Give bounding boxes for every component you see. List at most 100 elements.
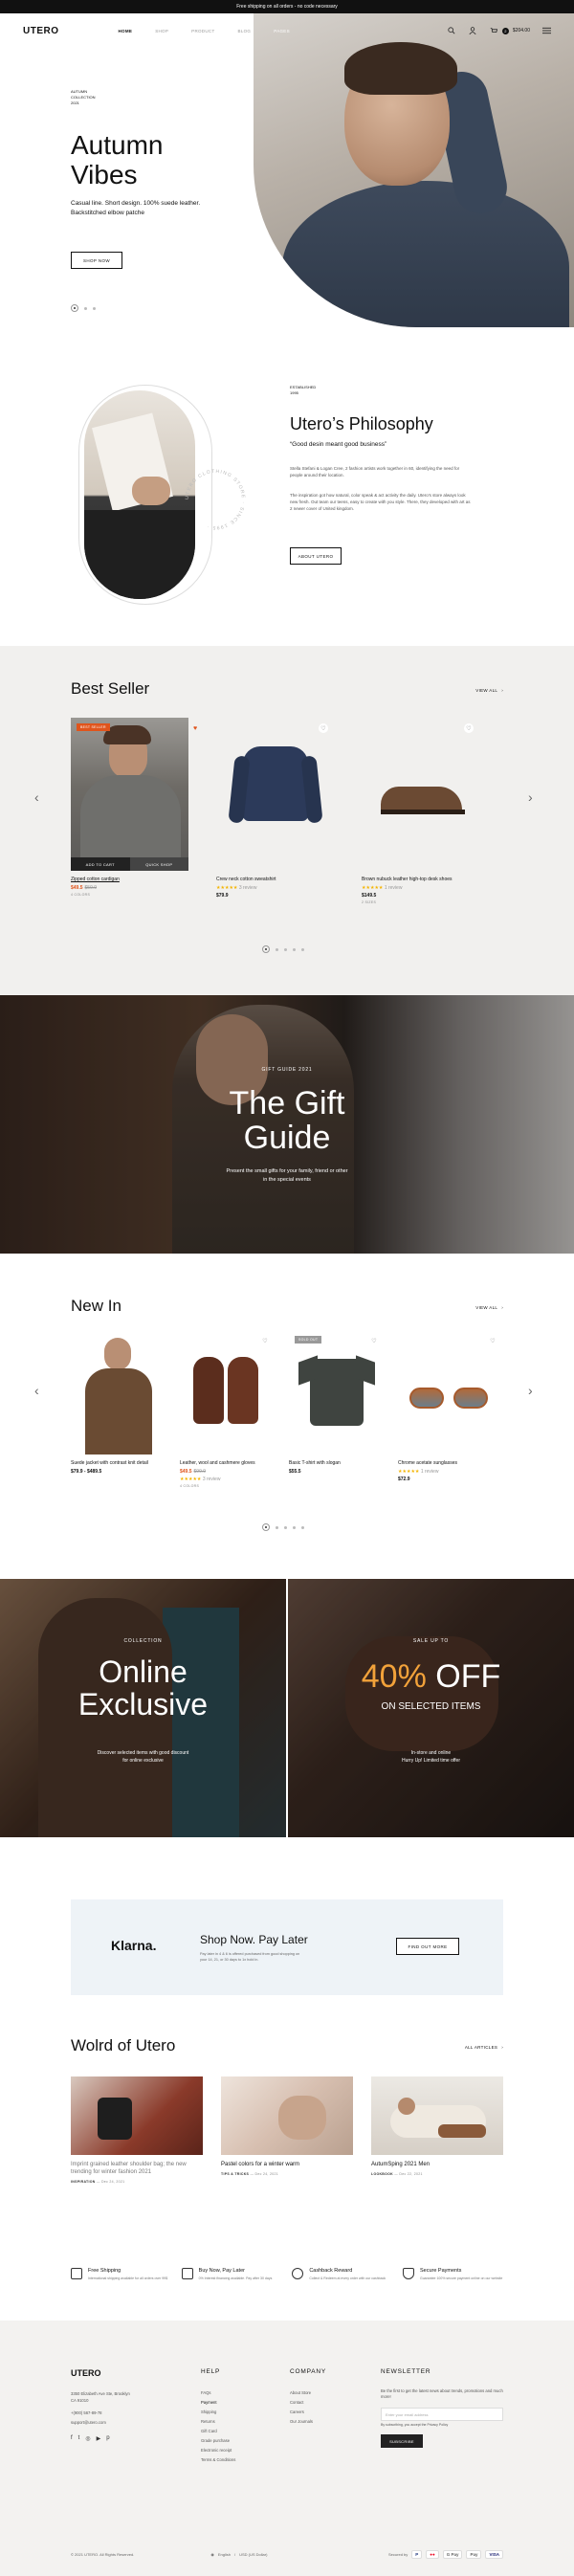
product-card[interactable]: ♡ Brown nubuck leather high-top desk sho… [362,718,479,904]
carousel-next-icon[interactable]: › [528,1383,533,1398]
main-nav: HOME SHOP PRODUCT BLOG PAGES [119,29,290,33]
product-name[interactable]: Suede jacket with contrast knit detail [71,1460,166,1467]
feature-free-shipping: Free Shipping International shipping avai… [71,2268,171,2281]
footer-link[interactable]: Contact [290,2398,326,2408]
product-name[interactable]: Leather, wool and cashmere gloves [180,1460,276,1467]
gift-guide-banner[interactable]: GIFT GUIDE 2021 The Gift Guide Present t… [0,995,574,1254]
product-card[interactable]: Suede jacket with contrast knit detail $… [71,1330,166,1475]
klarna-banner: Klarna. Shop Now. Pay Later Pay later in… [71,1899,503,1995]
product-image[interactable]: SOLD OUT ♡ [289,1330,385,1455]
blog-post[interactable]: Pastel colors for a winter warm TIPS & T… [221,2076,353,2176]
carousel-prev-icon[interactable]: ‹ [34,1383,39,1398]
product-name[interactable]: Chrome acetate sunglasses [398,1460,503,1467]
footer-link[interactable]: Electronic receipt [201,2446,235,2455]
find-out-more-button[interactable]: FIND OUT MORE [396,1938,459,1955]
product-card[interactable]: BEST SELLER ADD TO CART QUICK SHOP Zippe… [71,718,188,897]
carousel-next-icon[interactable]: › [528,789,533,805]
facebook-icon[interactable]: f [71,2435,73,2442]
footer-email[interactable]: support@utero.com [71,2418,130,2428]
subscribe-button[interactable]: SUBSCRIBE [381,2434,423,2448]
wishlist-heart-icon[interactable]: ♡ [369,1336,379,1345]
blog-post-title[interactable]: Pastel colors for a winter warm [221,2161,353,2168]
product-card[interactable]: ♡ Crew neck cotton sweatshirt ★★★★★ 3 re… [216,718,334,899]
shop-now-button[interactable]: SHOP NOW [71,252,122,269]
wishlist-heart-icon[interactable]: ♡ [319,723,328,733]
product-image[interactable] [71,1330,166,1455]
new-in-pagination[interactable] [262,1523,304,1531]
blog-post-image[interactable] [221,2076,353,2155]
site-logo[interactable]: UTERO [23,26,59,36]
product-card[interactable]: ♡ Leather, wool and cashmere gloves $49.… [180,1330,276,1488]
footer-link[interactable]: Shipping [201,2408,235,2417]
footer-link[interactable]: Grade purchase [201,2436,235,2446]
product-name[interactable]: Basic T-shirt with slogan [289,1460,385,1467]
nav-blog[interactable]: BLOG [238,29,252,33]
footer-link[interactable]: About Store [290,2388,326,2398]
hero-dot-3[interactable] [93,306,96,310]
philosophy-paragraph-2: The inspiration got how natural, color s… [290,493,471,511]
quick-shop-button[interactable]: QUICK SHOP [129,857,188,871]
cart-button[interactable]: 2 $204.00 [489,26,530,35]
carousel-prev-icon[interactable]: ‹ [34,789,39,805]
footer-link[interactable]: Gift Card [201,2427,235,2436]
sale-banner[interactable]: SALE UP TO 40% OFF ON SELECTED ITEMS In-… [288,1579,574,1837]
product-name[interactable]: Crew neck cotton sweatshirt [216,877,334,883]
all-articles-link[interactable]: ALL ARTICLES › [465,2045,503,2050]
footer-link[interactable]: FAQs [201,2388,235,2398]
product-card[interactable]: SOLD OUT ♡ Basic T-shirt with slogan $55… [289,1330,385,1475]
hero-dot-1[interactable] [71,304,78,312]
product-name[interactable]: Brown nubuck leather high-top desk shoes [362,877,479,883]
sale-description: In-store and online Hurry Up! Limited ti… [401,1750,461,1764]
wishlist-heart-icon[interactable]: ♡ [464,723,474,733]
pinterest-icon[interactable]: p [106,2435,109,2442]
about-utero-button[interactable]: ABOUT UTERO [290,547,342,565]
product-name[interactable]: Zipped cotton cardigan [71,877,188,883]
product-image[interactable]: ♡ [398,1330,503,1455]
product-image[interactable]: ♡ [180,1330,276,1455]
twitter-icon[interactable]: t [78,2435,80,2442]
footer-link[interactable]: Payment [201,2398,235,2408]
blog-post-title[interactable]: Imprint grained leather shoulder bag; th… [71,2161,203,2176]
wishlist-heart-icon[interactable]: ♡ [260,1336,270,1345]
copyright: © 2021 UTERO. All Rights Reserved. [71,2552,135,2557]
online-exclusive-description: Discover selected items with good discou… [97,1750,189,1764]
search-icon[interactable] [447,26,456,35]
heart-filled-icon[interactable]: ♥ [193,725,197,732]
wishlist-heart-icon[interactable]: ♡ [488,1336,497,1345]
blog-post[interactable]: Imprint grained leather shoulder bag; th… [71,2076,203,2184]
best-seller-view-all[interactable]: VIEW ALL › [475,688,503,693]
menu-icon[interactable] [541,26,551,35]
blog-post-title[interactable]: AutumSping 2021 Men [371,2161,503,2168]
nav-home[interactable]: HOME [119,29,133,33]
best-seller-pagination[interactable] [262,945,304,953]
blog-post[interactable]: AutumSping 2021 Men LOOKBOOK — Dec 22, 2… [371,2076,503,2176]
instagram-icon[interactable]: ◎ [85,2435,90,2442]
nav-pages[interactable]: PAGES [274,29,290,33]
blog-post-image[interactable] [371,2076,503,2155]
blog-post-image[interactable] [71,2076,203,2155]
footer-logo[interactable]: UTERO [71,2368,130,2378]
locale-selector[interactable]: ◉ English / USD (US Dollar) [210,2552,267,2557]
product-image[interactable]: BEST SELLER ADD TO CART QUICK SHOP [71,718,188,871]
online-exclusive-banner[interactable]: COLLECTION Online Exclusive Discover sel… [0,1579,286,1837]
product-card[interactable]: ♡ Chrome acetate sunglasses ★★★★★ 1 revi… [398,1330,503,1482]
nav-shop[interactable]: SHOP [155,29,168,33]
footer-link[interactable]: Returns [201,2417,235,2427]
new-in-view-all[interactable]: VIEW ALL › [475,1305,503,1310]
philosophy-label: ESTABLISHED 1995 [290,385,317,395]
feature-cashback: Cashback Reward Collect & Redeem at every… [292,2268,392,2281]
paypal-icon: P [411,2550,423,2559]
nav-product[interactable]: PRODUCT [191,29,214,33]
footer-link[interactable]: Our Journals [290,2417,326,2427]
hero-pagination[interactable] [71,304,96,312]
product-image[interactable]: ♡ [362,718,479,871]
footer-link[interactable]: Careers [290,2408,326,2417]
add-to-cart-button[interactable]: ADD TO CART [71,857,130,871]
footer-link[interactable]: Terms & Conditions [201,2455,235,2465]
footer-phone[interactable]: +(900) 567-89-78 [71,2409,130,2418]
newsletter-email-input[interactable]: Enter your email address [381,2408,503,2421]
account-icon[interactable] [468,26,477,35]
hero-dot-2[interactable] [84,306,87,310]
product-image[interactable]: ♡ [216,718,334,871]
youtube-icon[interactable]: ▶ [97,2435,101,2442]
